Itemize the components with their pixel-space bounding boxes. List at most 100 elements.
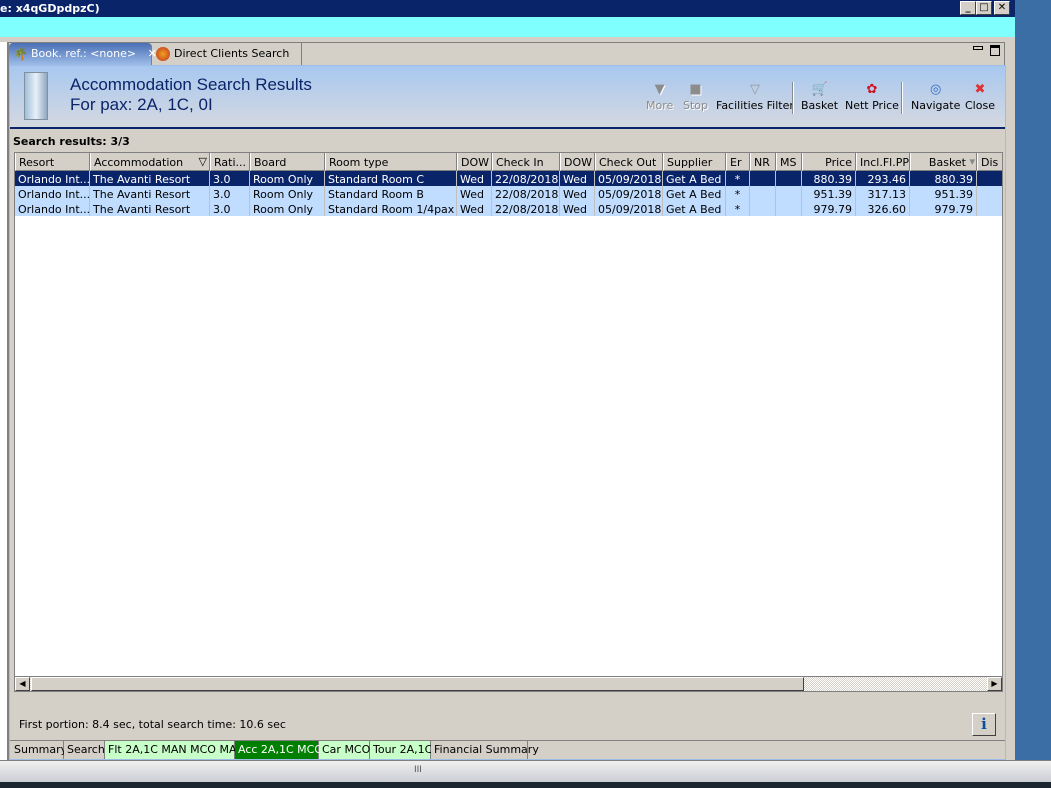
bottom-tab[interactable]: Acc 2A,1C MCO <box>235 741 323 759</box>
bottom-tab[interactable]: Tour 2A,1C <box>370 741 432 759</box>
table-cell: Standard Room B <box>325 186 457 201</box>
table-cell: The Avanti Resort <box>90 201 210 216</box>
horizontal-scrollbar[interactable]: ◀ ▶ <box>14 676 1003 692</box>
table-cell: Standard Room C <box>325 171 457 186</box>
column-header-er[interactable]: Er <box>726 153 750 171</box>
table-row[interactable]: Orlando Int... The Avanti Resort 3.0 Room O… <box>15 171 1002 186</box>
toolbar-separator <box>901 82 903 114</box>
table-row[interactable]: Orlando Int... The Avanti Resort 3.0 Room O… <box>15 201 1002 216</box>
table-cell: 05/09/2018 <box>595 201 663 216</box>
tab-booking-label: Book. ref.: <none> <box>31 47 137 60</box>
table-cell <box>750 171 776 186</box>
table-cell: 317.13 <box>856 186 910 201</box>
nett-price-button[interactable]: ✿ Nett Price <box>845 81 899 112</box>
column-header-ms[interactable]: MS <box>776 153 802 171</box>
table-cell: 880.39 <box>802 171 856 186</box>
page-title: Accommodation Search Results <box>70 75 312 94</box>
bottom-tab[interactable]: Car MCO <box>319 741 370 759</box>
compass-icon: ◎ <box>930 82 942 97</box>
search-time-status: First portion: 8.4 sec, total search tim… <box>19 718 286 731</box>
sort-desc-icon: ▾ <box>969 155 975 168</box>
table-cell <box>776 171 802 186</box>
column-header-dis[interactable]: Dis <box>977 153 1002 171</box>
bottom-tab[interactable]: Search <box>64 741 105 759</box>
table-cell: Room Only <box>250 186 325 201</box>
column-header-supplier[interactable]: Supplier <box>663 153 726 171</box>
pax-subtitle: For pax: 2A, 1C, 0I <box>70 95 213 114</box>
left-panel-edge <box>0 42 9 760</box>
facilities-filter-button[interactable]: ▽ Facilities Filter <box>716 81 794 112</box>
table-cell <box>776 186 802 201</box>
maximize-button[interactable]: □ <box>976 1 992 15</box>
table-cell: Wed <box>457 201 492 216</box>
table-cell: Orlando Int... <box>15 186 90 201</box>
maximize-view-icon[interactable] <box>990 45 1000 56</box>
window-title: e: x4qGDpdpzC) <box>0 2 100 15</box>
results-header: Accommodation Search Results For pax: 2A… <box>10 66 1005 129</box>
column-header-dow[interactable]: DOW <box>560 153 595 171</box>
close-label: Close <box>965 99 995 112</box>
triangle-down-icon: ▼ <box>654 82 665 97</box>
more-button[interactable]: ▼ More <box>646 81 673 112</box>
close-button[interactable]: ✖ Close <box>965 81 995 112</box>
table-cell <box>750 186 776 201</box>
bottom-tab[interactable]: Summary <box>11 741 67 759</box>
table-cell <box>776 201 802 216</box>
bottom-tabs: Summary Search Flt 2A,1C MAN MCO MAN Acc 2A… <box>10 740 1005 759</box>
stop-button[interactable]: ■ Stop <box>683 81 708 112</box>
table-cell: Room Only <box>250 171 325 186</box>
table-cell: Room Only <box>250 201 325 216</box>
tab-direct-clients-search[interactable]: Direct Clients Search <box>152 43 302 65</box>
filter-icon[interactable]: ▽ <box>199 155 207 168</box>
scroll-right-button[interactable]: ▶ <box>987 677 1002 691</box>
basket-button[interactable]: 🛒 Basket <box>801 81 838 112</box>
table-cell: * <box>726 186 750 201</box>
table-cell: 951.39 <box>910 186 977 201</box>
column-header-incl-fl-pp[interactable]: Incl.Fl.PP <box>856 153 910 171</box>
search-results-panel: Accommodation Search Results For pax: 2A… <box>9 65 1006 760</box>
column-header-room-type[interactable]: Room type <box>325 153 457 171</box>
table-cell: 3.0 <box>210 171 250 186</box>
results-table: Resort Accommodation ▽ Rati... Board Room typ… <box>14 152 1003 691</box>
column-header-check-out[interactable]: Check Out <box>595 153 663 171</box>
minimize-button[interactable]: _ <box>960 1 976 15</box>
scroll-thumb[interactable] <box>31 677 804 691</box>
tab-direct-clients-label: Direct Clients Search <box>174 47 290 60</box>
table-cell: Orlando Int... <box>15 201 90 216</box>
scroll-left-button[interactable]: ◀ <box>15 677 30 691</box>
tab-booking[interactable]: 🌴 Book. ref.: <none> ✕ <box>9 43 157 65</box>
column-header-nr[interactable]: NR <box>750 153 776 171</box>
navigate-button[interactable]: ◎ Navigate <box>911 81 960 112</box>
bottom-tab[interactable]: Flt 2A,1C MAN MCO MAN <box>105 741 245 759</box>
navigate-label: Navigate <box>911 99 961 112</box>
table-cell: 05/09/2018 <box>595 171 663 186</box>
bottom-tab[interactable]: Financial Summary <box>431 741 539 759</box>
table-cell: 880.39 <box>910 171 977 186</box>
table-cell <box>977 171 1002 186</box>
table-cell: 951.39 <box>802 186 856 201</box>
stop-label: Stop <box>683 99 709 112</box>
basket-label: Basket <box>801 99 839 112</box>
column-header-price[interactable]: Price <box>802 153 856 171</box>
table-row[interactable]: Orlando Int... The Avanti Resort 3.0 Room O… <box>15 186 1002 201</box>
column-header-board[interactable]: Board <box>250 153 325 171</box>
column-header-rati[interactable]: Rati... <box>210 153 250 171</box>
close-x-icon: ✖ <box>974 82 986 97</box>
table-cell: Get A Bed <box>663 186 726 201</box>
column-header-check-in[interactable]: Check In <box>492 153 560 171</box>
nett-price-label: Nett Price <box>845 99 899 112</box>
taskbar-edge <box>0 782 1051 788</box>
info-button[interactable]: i <box>972 713 996 736</box>
table-cell: Get A Bed <box>663 171 726 186</box>
facilities-label: Facilities Filter <box>716 99 794 112</box>
table-cell: 326.60 <box>856 201 910 216</box>
client-icon <box>156 47 170 61</box>
column-header-dow[interactable]: DOW <box>457 153 492 171</box>
column-header-basket[interactable]: Basket ▾ <box>910 153 977 171</box>
table-cell: 22/08/2018 <box>492 201 560 216</box>
resize-grip[interactable]: III <box>414 765 422 775</box>
minimize-view-icon[interactable] <box>973 46 983 50</box>
close-window-button[interactable]: ✕ <box>994 1 1010 15</box>
column-header-resort[interactable]: Resort <box>15 153 90 171</box>
column-header-accommodation[interactable]: Accommodation ▽ <box>90 153 210 171</box>
